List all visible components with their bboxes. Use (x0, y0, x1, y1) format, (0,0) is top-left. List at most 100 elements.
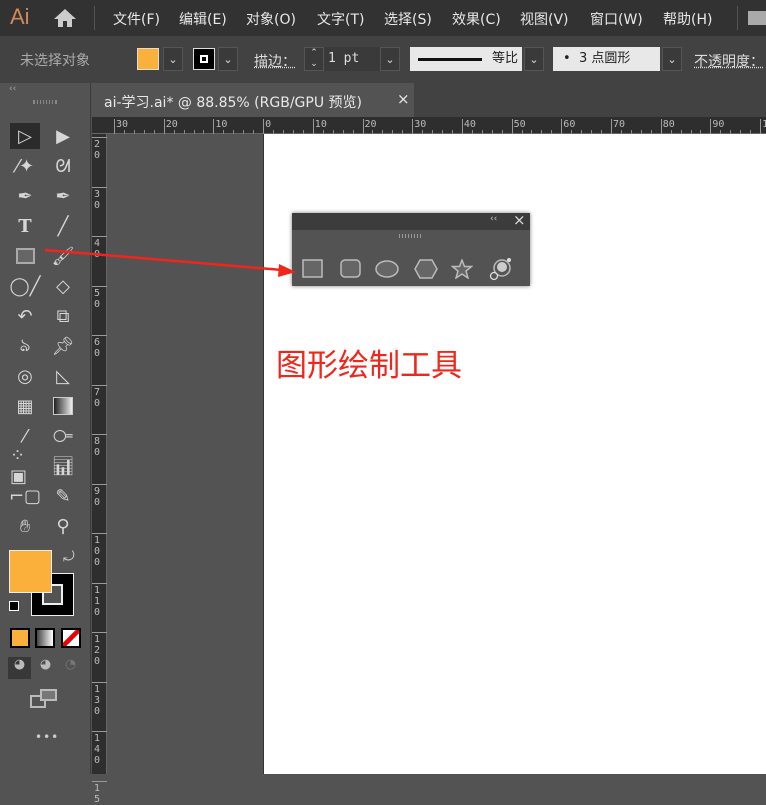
ruler-label: 90 (94, 485, 101, 508)
rounded-rectangle-tool-icon[interactable] (340, 259, 362, 279)
ruler-label: 50 (94, 287, 101, 310)
ellipse-tool-icon[interactable] (375, 259, 400, 279)
slice-tool[interactable]: ✎ (48, 483, 78, 509)
hand-tool[interactable]: ✋︎ (10, 513, 40, 539)
ruler-tick (92, 434, 107, 435)
stroke-swatch[interactable] (193, 48, 215, 70)
line-tool[interactable]: ╱ (48, 213, 78, 239)
star-tool-icon[interactable] (451, 259, 473, 279)
close-panel-icon[interactable]: × (513, 211, 526, 229)
warp-tool[interactable]: ঌ (10, 333, 40, 359)
collapse-panel-icon[interactable]: ‹‹ (490, 214, 497, 224)
stroke-label[interactable]: 描边： (254, 51, 296, 71)
brush-dropdown[interactable]: ⌄ (662, 47, 682, 71)
perspective-grid-tool[interactable]: ◺ (48, 363, 78, 389)
ruler-label: 20 (364, 119, 377, 130)
magic-wand-tool[interactable]: ⁄✦ (10, 153, 40, 179)
close-tab-icon[interactable]: × (397, 90, 410, 108)
draw-inside-button[interactable]: ◔ (59, 657, 82, 679)
ruler-label: 15 (94, 782, 101, 805)
ruler-tick (213, 119, 215, 134)
draw-behind-button[interactable]: ◕ (34, 657, 57, 679)
stroke-profile-dropdown[interactable]: ⌄ (524, 47, 544, 71)
home-icon[interactable] (53, 8, 77, 28)
shape-builder-tool[interactable]: ◎ (10, 363, 40, 389)
menu-effect[interactable]: 效果(C) (452, 9, 501, 29)
curvature-tool[interactable]: ✒ (48, 183, 78, 209)
menu-type[interactable]: 文字(T) (317, 9, 364, 29)
rectangle-tool[interactable] (10, 243, 40, 269)
ruler-tick (511, 119, 513, 134)
direct-selection-tool[interactable]: ▶ (48, 123, 78, 149)
screen-mode-icon[interactable] (30, 689, 58, 709)
menu-object[interactable]: 对象(O) (246, 9, 296, 29)
control-bar: 未选择对象 ⌄ ⌄ 描边： ⌃ ⌄ 1 pt ⌄ 等比 ⌄ • 3 点圆形 ⌄ 不… (0, 36, 766, 83)
fill-swatch[interactable] (137, 48, 159, 70)
stroke-stepper[interactable]: ⌃ ⌄ (304, 47, 324, 71)
blend-tool[interactable]: ⧃ (48, 423, 78, 449)
ruler-label: 80 (662, 119, 675, 130)
selection-tool[interactable]: ▷ (10, 123, 40, 149)
ruler-tick (114, 119, 115, 134)
gradient-mode-button[interactable] (35, 628, 55, 648)
ruler-tick (92, 632, 107, 633)
default-colors-icon[interactable] (9, 601, 19, 611)
menu-file[interactable]: 文件(F) (113, 9, 160, 29)
flare-tool-icon[interactable] (489, 257, 513, 281)
document-tab[interactable]: ai-学习.ai* @ 88.85% (RGB/GPU 预览) × (92, 83, 414, 117)
color-mode-button[interactable] (10, 628, 30, 648)
opacity-label[interactable]: 不透明度： (694, 51, 764, 71)
ruler-label: 120 (94, 634, 101, 667)
horizontal-ruler[interactable]: 30 20 10 0 10 20 30 40 50 60 70 80 90 10 (92, 117, 766, 134)
gradient-tool[interactable] (48, 393, 78, 419)
fill-color-swatch[interactable] (9, 550, 52, 593)
ruler-label: 140 (94, 733, 101, 766)
ruler-label: 40 (463, 119, 476, 130)
brush-select[interactable]: • 3 点圆形 (553, 47, 660, 71)
shaper-tool[interactable]: ◯╱ (10, 273, 41, 299)
panel-grip[interactable] (399, 234, 421, 238)
fill-dropdown[interactable]: ⌄ (163, 47, 183, 71)
ruler-label: 20 (94, 139, 101, 161)
collapse-panel-icon[interactable]: ‹‹ (9, 84, 16, 94)
stroke-profile-select[interactable]: 等比 (410, 47, 522, 71)
ruler-tick (760, 119, 762, 134)
puppet-warp-tool[interactable]: 📌︎ (48, 333, 78, 359)
scale-tool[interactable]: ⧉ (48, 303, 78, 329)
rotate-tool[interactable]: ↶ (10, 303, 40, 329)
menu-select[interactable]: 选择(S) (384, 9, 432, 29)
zoom-tool[interactable]: ⚲ (48, 513, 78, 539)
edit-toolbar-button[interactable]: ••• (35, 730, 59, 744)
menu-help[interactable]: 帮助(H) (663, 9, 712, 29)
none-mode-button[interactable] (61, 628, 81, 648)
paintbrush-tool[interactable]: 🖌︎ (48, 243, 78, 269)
polygon-tool-icon[interactable] (414, 259, 438, 279)
workspace-switcher-icon[interactable] (748, 11, 766, 25)
ruler-tick (561, 119, 563, 134)
stroke-dropdown[interactable]: ⌄ (218, 47, 238, 71)
document-tab-title: ai-学习.ai* @ 88.85% (RGB/GPU 预览) (104, 95, 362, 111)
pen-tool[interactable]: ✒ (10, 183, 40, 209)
eraser-tool[interactable]: ◇ (48, 273, 78, 299)
type-tool[interactable]: T (10, 213, 40, 239)
stroke-weight-dropdown[interactable]: ⌄ (380, 47, 400, 71)
tools-panel: ‹‹ ▷ ▶ ⁄✦ ᘛ ✒ ✒ T ╱ 🖌︎ ◯╱ ◇ ↶ ⧉ ঌ 📌︎ ◎ ◺… (0, 83, 91, 774)
swap-colors-icon[interactable]: ⤾ (63, 549, 75, 565)
artboard-tool[interactable]: ⌐▢ (9, 483, 41, 509)
mesh-tool[interactable]: ▦ (10, 393, 40, 419)
lasso-tool[interactable]: ᘛ (48, 153, 78, 179)
ruler-tick (461, 119, 463, 134)
menu-view[interactable]: 视图(V) (520, 9, 569, 29)
rectangle-tool-icon[interactable] (302, 259, 324, 279)
symbol-sprayer-tool[interactable]: ⁘▣ (10, 445, 40, 487)
panel-grip[interactable] (33, 100, 57, 104)
ruler-label: 30 (116, 119, 129, 130)
ruler-label: 0 (265, 119, 272, 130)
menu-edit[interactable]: 编辑(E) (179, 9, 227, 29)
draw-normal-button[interactable]: ◕ (8, 657, 31, 679)
column-graph-tool[interactable]: 📊︎ (48, 453, 78, 479)
stroke-weight-input[interactable]: 1 pt (324, 47, 380, 71)
ruler-label: 60 (94, 337, 101, 359)
vertical-ruler[interactable]: 20 30 40 50 60 70 80 90 100 110 120 130 140 15 (92, 134, 107, 805)
menu-window[interactable]: 窗口(W) (590, 9, 643, 29)
